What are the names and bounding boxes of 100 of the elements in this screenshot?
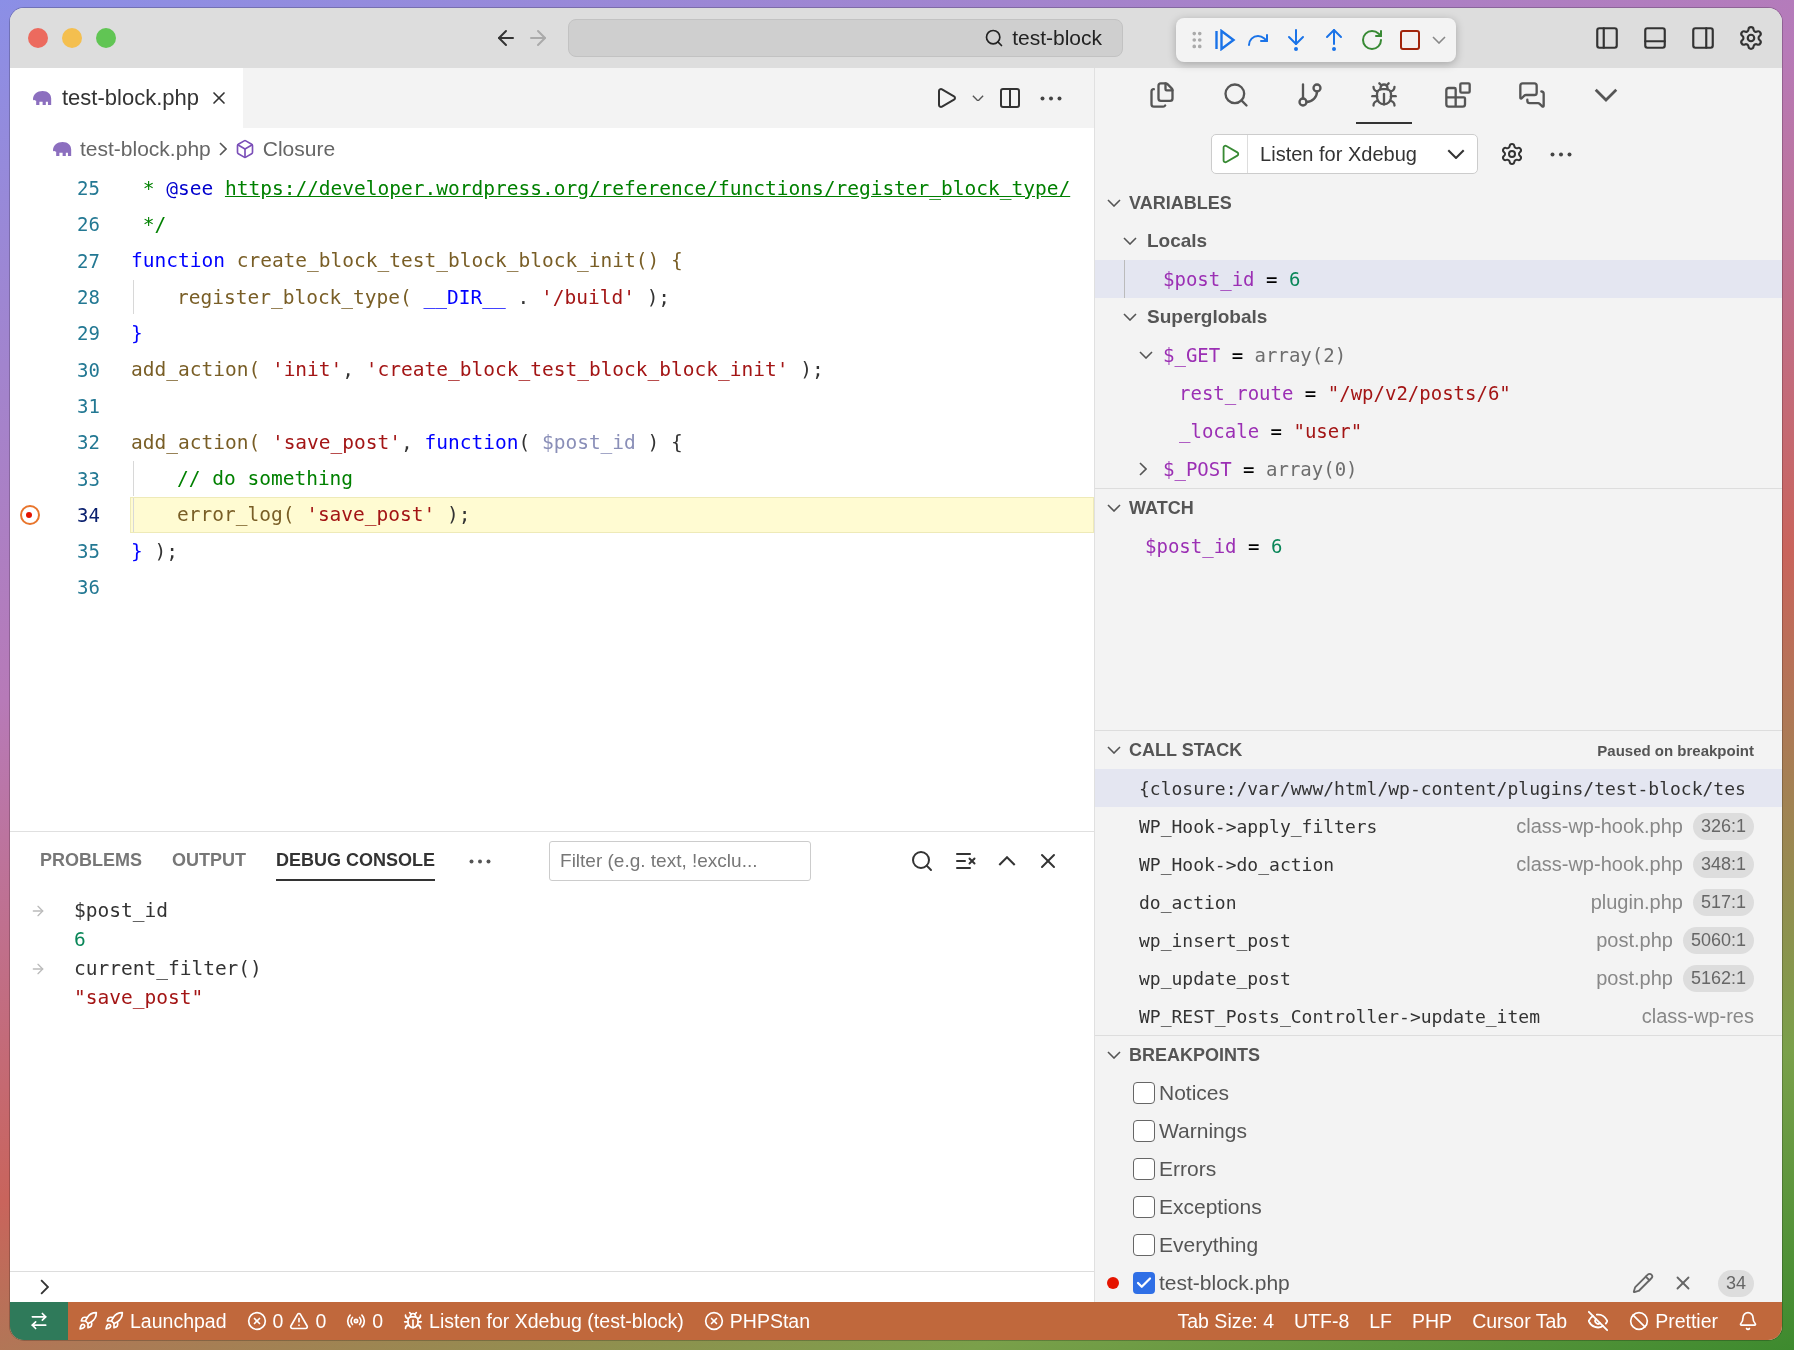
chevron-down-icon (1107, 746, 1121, 754)
status-item[interactable]: PHP (1402, 1302, 1463, 1340)
panel-tab[interactable]: PROBLEMS (40, 841, 142, 881)
elephant-icon (30, 90, 52, 106)
error-icon (246, 1311, 267, 1331)
variable-row[interactable]: $post_id = 6 (1095, 260, 1782, 298)
checkbox[interactable] (1133, 1196, 1155, 1218)
section-header[interactable]: WATCH (1095, 489, 1194, 527)
panel-tab[interactable]: OUTPUT (172, 841, 246, 881)
panel-left-icon (1594, 25, 1620, 51)
prettier-button[interactable]: Prettier (1619, 1302, 1728, 1340)
paused-status: Paused on breakpoint (1597, 741, 1754, 759)
stack-frame[interactable]: WP_Hook->do_action class-wp-hook.php 348:1 (1095, 845, 1782, 883)
line-number: 36 (76, 576, 100, 599)
continue-icon[interactable] (1214, 29, 1236, 51)
section-header[interactable]: BREAKPOINTS (1095, 1036, 1260, 1074)
tab-label: test-block.php (62, 85, 199, 111)
ports-button[interactable]: 0 (336, 1302, 394, 1340)
variable-row[interactable]: _locale = "user" (1095, 412, 1782, 450)
console-expression: $post_id (74, 899, 168, 922)
variable-row[interactable]: rest_route = "/wp/v2/posts/6" (1095, 374, 1782, 412)
status-item[interactable]: Cursor Tab (1462, 1302, 1578, 1340)
scope-row[interactable]: Superglobals (1095, 298, 1782, 336)
search-icon (910, 849, 934, 873)
command-center-search[interactable]: test-block (568, 19, 1123, 57)
panel-right-icon (1690, 25, 1716, 51)
status-item[interactable]: Tab Size: 4 (1167, 1302, 1284, 1340)
chevron-down-icon[interactable] (1123, 313, 1137, 321)
line-number: 31 (76, 394, 100, 417)
checkbox[interactable] (1133, 1272, 1155, 1294)
rocket-icon (104, 1311, 124, 1331)
chevron-right-icon (218, 142, 227, 156)
scope-label: Superglobals (1147, 306, 1268, 328)
more-icon[interactable] (469, 858, 492, 864)
chevron-down-icon[interactable] (1139, 351, 1153, 359)
breakpoint-label: test-block.php (1159, 1271, 1290, 1295)
chevron-down-icon (1593, 88, 1618, 102)
more-icon[interactable] (1040, 95, 1062, 101)
circle-x-icon (703, 1311, 724, 1331)
remote-button[interactable] (10, 1302, 68, 1340)
checkbox[interactable] (1133, 1120, 1155, 1142)
code-line: */ (141, 212, 167, 236)
problems-button[interactable]: 0 0 (236, 1302, 337, 1340)
line-number: 35 (76, 540, 100, 563)
stack-frame[interactable]: WP_Hook->apply_filters class-wp-hook.php 326:1 (1095, 807, 1782, 845)
stack-frame[interactable]: WP_REST_Posts_Controller->update_item class-wp-res (1095, 997, 1782, 1035)
section-header[interactable]: CALL STACK (1095, 731, 1243, 769)
more-icon[interactable] (1549, 151, 1572, 157)
chevron-down-icon[interactable] (1432, 36, 1446, 44)
filter-field[interactable]: Filter (e.g. text, !exclu... (549, 841, 812, 881)
chevron-down-icon[interactable] (972, 94, 984, 102)
breakpoint-label: Warnings (1159, 1119, 1247, 1143)
settings-icon (1499, 142, 1524, 166)
stack-frame[interactable]: do_action plugin.php 517:1 (1095, 883, 1782, 921)
line-number: 26 (76, 213, 100, 236)
chevron-down-icon (1107, 1051, 1121, 1059)
scope-row[interactable]: Locals (1095, 222, 1782, 260)
code-line: add_action( 'init', 'create_block_test_block_block_init' ); (131, 358, 824, 382)
variable-text: $_POST = array(0) (1163, 458, 1358, 480)
breadcrumb[interactable]: test-block.php (80, 137, 211, 161)
variable-text: rest_route = "/wp/v2/posts/6" (1179, 382, 1511, 404)
console-result: 6 (74, 928, 86, 951)
stack-frame[interactable]: wp_update_post post.php 5162:1 (1095, 959, 1782, 997)
phpstan-button[interactable]: PHPStan (693, 1302, 821, 1340)
stack-frame[interactable]: {closure:/var/www/html/wp-content/plugins/test-block/tes (1095, 769, 1782, 807)
breakpoint-icon[interactable] (19, 503, 41, 526)
editor-tab[interactable]: test-block.php (10, 68, 243, 128)
line-number: 32 (76, 431, 100, 454)
chevron-down-icon (1107, 199, 1121, 207)
line-number: 28 (76, 286, 100, 309)
search-icon (1221, 81, 1250, 109)
stack-frame[interactable]: wp_insert_post post.php 5060:1 (1095, 921, 1782, 959)
watch-row[interactable]: $post_id = 6 (1095, 527, 1782, 565)
checkbox[interactable] (1133, 1082, 1155, 1104)
section-header[interactable]: VARIABLES (1095, 184, 1232, 222)
status-item[interactable]: UTF-8 (1284, 1302, 1360, 1340)
code-line: error_log( 'save_post' ); (177, 503, 471, 527)
variable-row[interactable]: $_POST = array(0) (1095, 450, 1782, 488)
checkbox[interactable] (1133, 1158, 1155, 1180)
line-number: 30 (76, 358, 100, 381)
variable-row[interactable]: $_GET = array(2) (1095, 336, 1782, 374)
files-icon (1147, 81, 1176, 109)
line-number: 34 (76, 503, 100, 526)
code-line: register_block_type( __DIR__ . '/build' ); (177, 285, 671, 309)
prompt-icon (40, 1279, 50, 1295)
chevron-down-icon (1107, 504, 1121, 512)
status-item[interactable]: LF (1359, 1302, 1402, 1340)
chevron-right-icon[interactable] (1139, 462, 1147, 476)
panel-tab[interactable]: DEBUG CONSOLE (276, 841, 436, 881)
chevron-down-icon[interactable] (1123, 237, 1137, 245)
bug-icon (1369, 81, 1398, 109)
breadcrumb[interactable]: Closure (262, 137, 336, 161)
remote-icon (29, 1311, 49, 1331)
blocks-icon (1443, 81, 1472, 109)
code-line: // do something (177, 467, 354, 490)
checkbox[interactable] (1133, 1234, 1155, 1256)
debug-status-button[interactable]: Listen for Xdebug (test-block) (393, 1302, 694, 1340)
warning-icon (289, 1311, 310, 1331)
launchpad-button[interactable]: Launchpad (68, 1302, 237, 1340)
breakpoint-label: Exceptions (1159, 1195, 1262, 1219)
